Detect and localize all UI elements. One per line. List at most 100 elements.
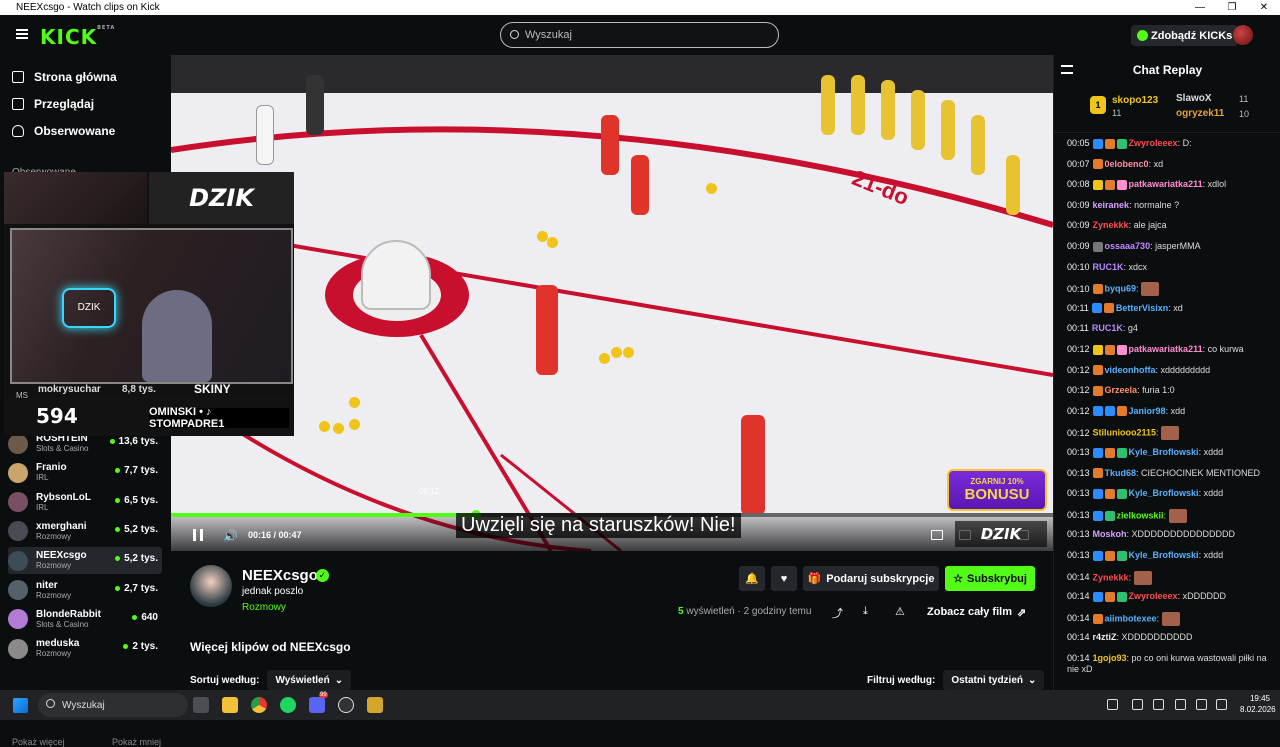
chat-badge-icon: [1116, 447, 1127, 458]
chat-username[interactable]: Zwyroleeex: [1129, 591, 1178, 601]
chat-username[interactable]: keiranek: [1093, 200, 1130, 210]
subscribe-button[interactable]: ☆ Subskrybuj: [945, 566, 1035, 591]
chat-username[interactable]: 1gojo93: [1093, 653, 1127, 663]
file-explorer-icon[interactable]: [222, 697, 238, 713]
chat-username[interactable]: aiimbotexee: [1105, 613, 1157, 623]
sidebar-item-browse[interactable]: Przeglądaj: [12, 97, 94, 111]
bonus-ad-badge[interactable]: ZGARNIJ 10% BONUSU: [947, 469, 1047, 511]
chat-username[interactable]: ossaaa730: [1105, 241, 1151, 251]
channel-avatar[interactable]: [190, 565, 232, 607]
chat-username[interactable]: BetterVisixn: [1116, 303, 1168, 313]
sidebar-channel-xmerghani[interactable]: xmerghani Rozmowy 5,2 tys.: [8, 518, 162, 545]
gift-subs-button[interactable]: 🎁 Podaruj subskrypcje: [803, 566, 939, 591]
leaderboard-name[interactable]: SlawoX: [1176, 93, 1212, 104]
watch-full-video-button[interactable]: Zobacz cały film ⇗: [919, 600, 1034, 624]
sidebar-item-following[interactable]: Obserwowane: [12, 124, 115, 138]
maximize-button[interactable]: ❐: [1216, 0, 1248, 15]
leaderboard-name[interactable]: ogryzek11: [1176, 108, 1224, 119]
show-less-link[interactable]: Pokaż mniej: [112, 737, 161, 747]
center-tower: [361, 240, 431, 310]
chat-username[interactable]: 0elobenc0: [1105, 159, 1149, 169]
menu-icon[interactable]: [16, 29, 28, 39]
chat-username[interactable]: patkawariatka211: [1129, 179, 1203, 189]
discord-icon[interactable]: 99: [309, 692, 328, 713]
filter-dropdown[interactable]: Ostatni tydzień ⌄: [943, 670, 1045, 690]
sidebar-channel-niter[interactable]: niter Rozmowy 2,7 tys.: [8, 577, 162, 604]
tray-network-off-icon[interactable]: [1153, 699, 1164, 710]
chat-username[interactable]: videonhoffa: [1105, 365, 1156, 375]
chat-username[interactable]: byqu69: [1105, 284, 1137, 294]
chat-username[interactable]: Janior98: [1129, 406, 1166, 416]
channel-category[interactable]: Rozmowy: [242, 602, 286, 613]
chat-badge-icon: [1116, 179, 1127, 190]
minimize-button[interactable]: —: [1184, 0, 1216, 15]
tray-app-icon[interactable]: [1132, 699, 1143, 710]
chat-username[interactable]: Kyle_Broflowski: [1129, 447, 1199, 457]
chat-username[interactable]: Zynekkk: [1093, 220, 1129, 230]
collapse-chat-icon[interactable]: [1061, 65, 1073, 74]
chat-username[interactable]: Tkud68: [1105, 468, 1137, 478]
sidebar-channel-franio[interactable]: Franio IRL 7,7 tys.: [8, 459, 162, 486]
display-icon[interactable]: [1196, 699, 1207, 710]
pause-button[interactable]: [193, 529, 203, 541]
chat-username[interactable]: RUC1K: [1093, 262, 1124, 272]
chat-username[interactable]: Zwyroleeex: [1129, 138, 1178, 148]
chat-username[interactable]: patkawariatka211: [1129, 344, 1203, 354]
share-icon[interactable]: ⤴: [832, 605, 843, 621]
window-title: NEEXcsgo - Watch clips on Kick: [16, 2, 160, 13]
video-player[interactable]: 21-do ZGARNIJ 10% BONUSU 00:12 🔊 00:16 /…: [171, 55, 1053, 551]
sidebar-channel-blonderabbit[interactable]: BlondeRabbit Slots & Casino 640: [8, 606, 162, 633]
chat-username[interactable]: Kyle_Broflowski: [1129, 488, 1199, 498]
chat-username[interactable]: zielkowskii: [1117, 510, 1164, 520]
chat-text: :: [1156, 613, 1160, 624]
chat-username[interactable]: Stiluniooo2115: [1093, 428, 1157, 438]
chat-username[interactable]: Moskoh: [1093, 529, 1127, 539]
volume-icon[interactable]: [1216, 699, 1227, 710]
windows-start-icon[interactable]: [13, 698, 28, 713]
channel-name[interactable]: NEEXcsgo: [242, 567, 318, 584]
chat-message: 00:12 patkawariatka211: co kurwa: [1067, 344, 1275, 355]
sidebar-channel-rybsonlol[interactable]: RybsonLoL IRL 6,5 tys.: [8, 489, 162, 516]
spotify-icon[interactable]: [280, 697, 296, 713]
taskbar-search[interactable]: Wyszukaj: [38, 693, 188, 717]
search-input[interactable]: Wyszukaj: [500, 22, 779, 48]
show-more-link[interactable]: Pokaż więcej: [12, 737, 65, 747]
chat-username[interactable]: Kyle_Broflowski: [1129, 550, 1199, 560]
chat-badge-icon: [1104, 344, 1115, 355]
volume-icon[interactable]: 🔊: [223, 529, 238, 543]
sidebar-channel-neexcsgo[interactable]: NEEXcsgo Rozmowy 5,2 tys.: [8, 547, 162, 575]
app-icon[interactable]: [367, 697, 383, 713]
close-button[interactable]: ✕: [1248, 0, 1280, 15]
chat-message: 00:12 videonhoffa: xddddddddd: [1067, 365, 1275, 376]
report-icon[interactable]: ⚠: [895, 605, 905, 618]
chevron-down-icon: ⌄: [1028, 674, 1037, 686]
get-kicks-button[interactable]: Zdobądź KICKs: [1131, 25, 1239, 46]
chat-message: 00:10 byqu69:: [1067, 282, 1275, 297]
emote-icon: [1141, 282, 1160, 297]
sort-dropdown[interactable]: Wyświetleń ⌄: [267, 670, 352, 690]
kick-logo[interactable]: KICKBETA: [40, 25, 115, 49]
task-view-icon[interactable]: [193, 697, 209, 713]
chat-text: : xdd: [1165, 405, 1186, 416]
sidebar-channel-meduska[interactable]: meduska Rozmowy 2 tys.: [8, 635, 162, 662]
tray-chevron-icon[interactable]: [1107, 699, 1118, 710]
chat-username[interactable]: Grzeela: [1105, 385, 1138, 395]
download-icon[interactable]: ⤓: [863, 605, 868, 618]
chat-username[interactable]: r4ztiZ: [1093, 632, 1117, 642]
chat-badge-icon: [1092, 344, 1103, 355]
sidebar-item-home[interactable]: Strona główna: [12, 70, 117, 84]
chat-username[interactable]: Zynekkk: [1093, 572, 1129, 582]
chat-username[interactable]: RUC1K: [1092, 323, 1123, 333]
follow-heart-button[interactable]: ♥: [771, 566, 797, 591]
leaderboard-name[interactable]: skopo123: [1112, 95, 1158, 106]
chat-badge-icon: [1104, 406, 1115, 417]
theater-mode-icon[interactable]: [931, 530, 943, 540]
microphone-icon[interactable]: [1175, 699, 1186, 710]
chat-message: 00:13 Kyle_Broflowski: xddd: [1067, 550, 1275, 561]
notification-bell-button[interactable]: 🔔: [739, 566, 765, 591]
user-avatar[interactable]: [1233, 25, 1253, 45]
chrome-icon[interactable]: [251, 697, 267, 713]
obs-icon[interactable]: [338, 697, 354, 713]
chat-text: : xDDDDDD: [1177, 591, 1227, 602]
clock[interactable]: 19:45 8.02.2026: [1240, 693, 1276, 715]
